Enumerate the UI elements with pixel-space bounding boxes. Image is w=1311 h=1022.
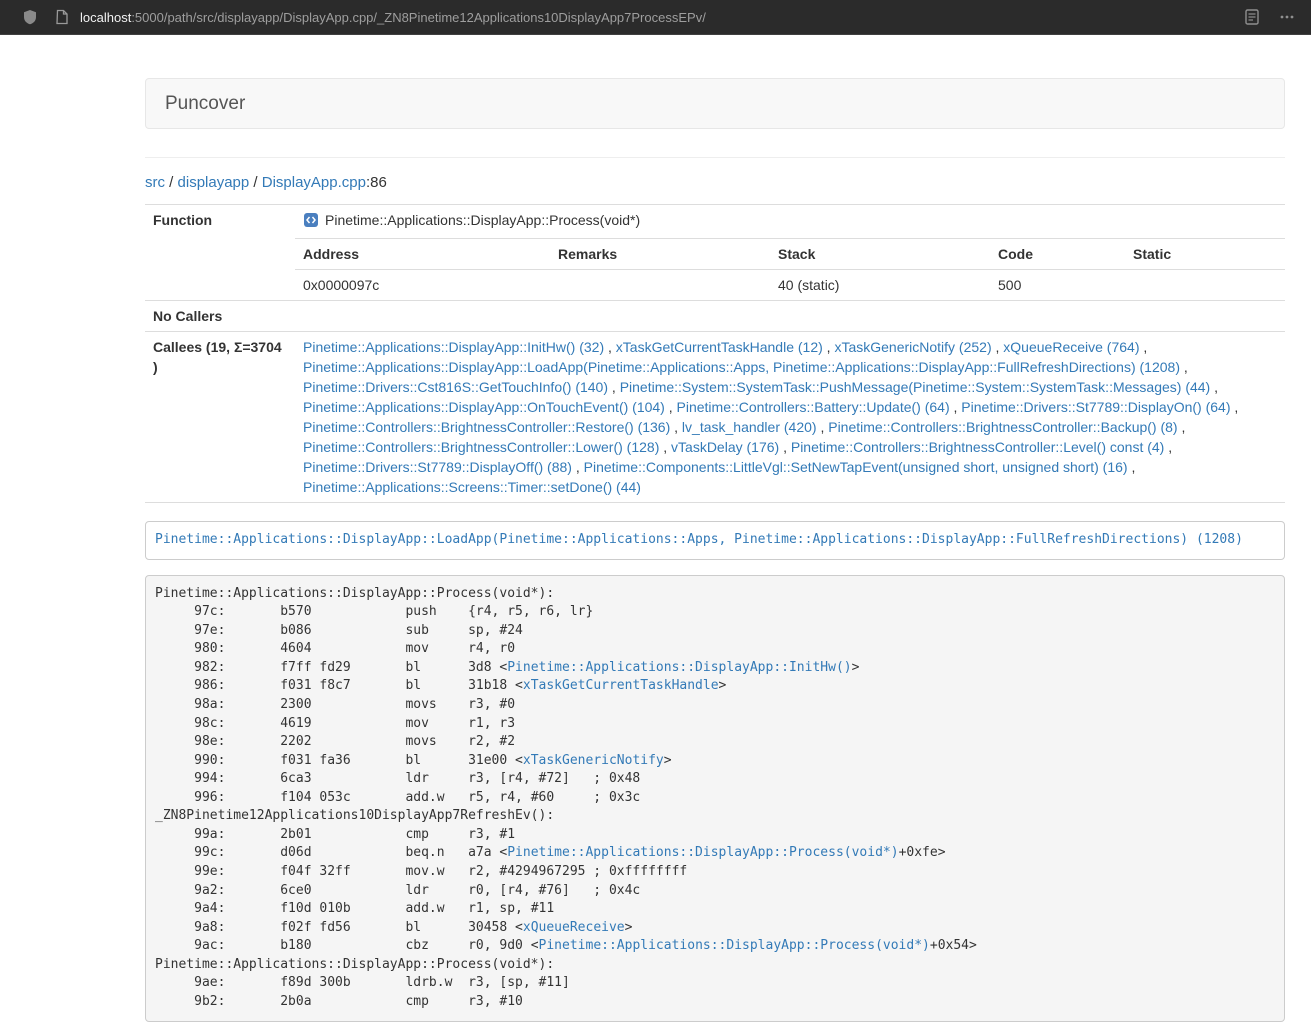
no-callers-label: No Callers: [145, 301, 295, 332]
app-title: Puncover: [165, 93, 245, 115]
callee-link[interactable]: Pinetime::Drivers::Cst816S::GetTouchInfo…: [303, 379, 608, 395]
overflow-menu-icon[interactable]: [1279, 9, 1295, 25]
address-value: 0x0000097c: [295, 270, 550, 301]
callee-link[interactable]: xTaskGetCurrentTaskHandle (12): [616, 339, 823, 355]
callee-link[interactable]: Pinetime::Controllers::BrightnessControl…: [828, 419, 1177, 435]
function-stats-row: Address Remarks Stack Code Static 0x0000…: [145, 239, 1285, 301]
callees-list: Pinetime::Applications::DisplayApp::Init…: [295, 332, 1285, 503]
column-header-code: Code: [990, 239, 1125, 270]
page-icon[interactable]: [55, 9, 69, 25]
callees-row: Callees (19, Σ=3704 ) Pinetime::Applicat…: [145, 332, 1285, 503]
function-stats-table: Address Remarks Stack Code Static 0x0000…: [295, 239, 1285, 300]
breadcrumb-separator: /: [249, 174, 262, 191]
column-header-address: Address: [295, 239, 550, 270]
callee-link[interactable]: vTaskDelay (176): [671, 439, 779, 455]
callee-link[interactable]: Pinetime::Controllers::Battery::Update()…: [677, 399, 950, 415]
callee-link[interactable]: Pinetime::Applications::DisplayApp::OnTo…: [303, 399, 665, 415]
disassembly-symbol-link[interactable]: Pinetime::Applications::DisplayApp::Init…: [507, 660, 851, 675]
shield-icon[interactable]: [22, 9, 38, 25]
main-content: Puncover src / displayapp / DisplayApp.c…: [145, 78, 1285, 1022]
callee-link[interactable]: Pinetime::Applications::DisplayApp::Init…: [303, 339, 604, 355]
column-header-remarks: Remarks: [550, 239, 770, 270]
column-header-static: Static: [1125, 239, 1285, 270]
no-callers-cell: [295, 301, 1285, 332]
table-row: 0x0000097c 40 (static) 500: [295, 270, 1285, 301]
function-name-cell: Pinetime::Applications::DisplayApp::Proc…: [295, 205, 1285, 239]
url-bar[interactable]: localhost:5000/path/src/displayapp/Displ…: [80, 10, 706, 25]
function-label: Function: [145, 205, 295, 301]
callee-link[interactable]: xTaskGenericNotify (252): [834, 339, 991, 355]
function-row: Function Pinetime::Applications::Display…: [145, 205, 1285, 239]
function-table: Function Pinetime::Applications::Display…: [145, 204, 1285, 503]
callee-link[interactable]: Pinetime::Drivers::St7789::DisplayOn() (…: [961, 399, 1230, 415]
static-value: [1125, 270, 1285, 301]
callee-link[interactable]: Pinetime::Applications::Screens::Timer::…: [303, 479, 641, 495]
callee-link[interactable]: Pinetime::System::SystemTask::PushMessag…: [620, 379, 1211, 395]
breadcrumb-link[interactable]: src: [145, 174, 165, 191]
callees-label: Callees (19, Σ=3704 ): [145, 332, 295, 503]
breadcrumb-link[interactable]: displayapp: [178, 174, 250, 191]
callee-link[interactable]: lv_task_handler (420): [682, 419, 817, 435]
stack-value: 40 (static): [770, 270, 990, 301]
breadcrumb: src / displayapp / DisplayApp.cpp:86: [145, 174, 1285, 191]
divider: [145, 157, 1285, 158]
breadcrumb-link[interactable]: DisplayApp.cpp: [262, 174, 366, 191]
app-header: Puncover: [145, 78, 1285, 129]
symbol-snippet-box: Pinetime::Applications::DisplayApp::Load…: [145, 521, 1285, 560]
function-icon: [303, 212, 319, 233]
breadcrumb-separator: /: [165, 174, 178, 191]
disassembly-symbol-link[interactable]: Pinetime::Applications::DisplayApp::Proc…: [507, 845, 898, 860]
callee-link[interactable]: Pinetime::Controllers::BrightnessControl…: [303, 439, 659, 455]
reader-view-icon[interactable]: [1245, 9, 1259, 25]
breadcrumb-line-number: :86: [366, 174, 387, 191]
code-value: 500: [990, 270, 1125, 301]
url-path: :5000/path/src/displayapp/DisplayApp.cpp…: [131, 10, 706, 25]
disassembly-pre: Pinetime::Applications::DisplayApp::Proc…: [145, 575, 1285, 1022]
callee-link[interactable]: Pinetime::Drivers::St7789::DisplayOff() …: [303, 459, 572, 475]
url-host: localhost: [80, 10, 131, 25]
column-header-stack: Stack: [770, 239, 990, 270]
function-name: Pinetime::Applications::DisplayApp::Proc…: [325, 212, 640, 228]
callee-link[interactable]: Pinetime::Applications::DisplayApp::Load…: [303, 359, 1180, 375]
no-callers-row: No Callers: [145, 301, 1285, 332]
browser-chrome: localhost:5000/path/src/displayapp/Displ…: [0, 0, 1311, 35]
loadapp-symbol-link[interactable]: Pinetime::Applications::DisplayApp::Load…: [155, 532, 1243, 547]
disassembly-symbol-link[interactable]: xTaskGetCurrentTaskHandle: [523, 678, 719, 693]
remarks-value: [550, 270, 770, 301]
callee-link[interactable]: Pinetime::Components::LittleVgl::SetNewT…: [584, 459, 1128, 475]
callee-link[interactable]: xQueueReceive (764): [1003, 339, 1139, 355]
callee-link[interactable]: Pinetime::Controllers::BrightnessControl…: [791, 439, 1164, 455]
disassembly-symbol-link[interactable]: xQueueReceive: [523, 920, 625, 935]
disassembly-symbol-link[interactable]: Pinetime::Applications::DisplayApp::Proc…: [539, 938, 930, 953]
callee-link[interactable]: Pinetime::Controllers::BrightnessControl…: [303, 419, 670, 435]
disassembly-symbol-link[interactable]: xTaskGenericNotify: [523, 753, 664, 768]
